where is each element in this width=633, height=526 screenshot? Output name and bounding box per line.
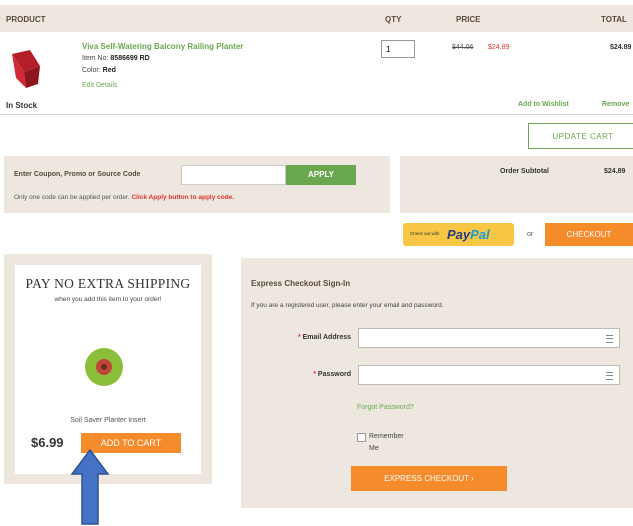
express-checkout-description: If you are a registered user, please ent… — [251, 302, 444, 309]
subtotal-value: $24.89 — [604, 168, 626, 175]
original-price: $44.06 — [452, 44, 474, 51]
coupon-code-input[interactable] — [181, 165, 286, 185]
coupon-note: Only one code can be applied per order. … — [14, 194, 235, 201]
remember-me-checkbox[interactable] — [357, 433, 366, 442]
add-to-wishlist-link[interactable]: Add to Wishlist — [518, 101, 569, 108]
item-color: Color: Red — [82, 67, 116, 74]
autofill-icon — [606, 335, 613, 343]
password-field[interactable] — [358, 365, 620, 385]
promo-product-name: Soil Saver Planter Insert — [70, 417, 146, 424]
password-label: * Password — [313, 371, 351, 378]
subtotal-label: Order Subtotal — [500, 168, 550, 175]
coupon-label: Enter Coupon, Promo or Source Code — [14, 171, 141, 178]
planter-insert-hole — [101, 364, 107, 370]
order-summary-panel — [400, 156, 633, 213]
express-checkout-button[interactable]: EXPRESS CHECKOUT › — [351, 466, 507, 491]
apply-button[interactable]: APPLY — [286, 165, 356, 185]
header-total: TOTAL — [601, 15, 627, 24]
or-separator: or — [527, 231, 534, 238]
forgot-password-link[interactable]: Forgot Password? — [357, 404, 414, 411]
line-total: $24.89 — [610, 44, 632, 51]
promo-title: PAY NO EXTRA SHIPPING — [25, 276, 191, 291]
paypal-small-text: Check out with — [410, 231, 440, 236]
promo-subtitle: when you add this item to your order! — [54, 296, 162, 303]
remember-me-label: Remember Me — [369, 433, 404, 452]
stock-status: In Stock — [6, 101, 38, 110]
sale-price: $24.89 — [488, 44, 510, 51]
checkout-button[interactable]: CHECKOUT — [545, 223, 633, 246]
express-checkout-title: Express Checkout Sign-In — [251, 279, 351, 288]
cart-table-header: PRODUCT QTY PRICE TOTAL — [0, 5, 633, 32]
item-number: Item No: 8586699 RD — [82, 55, 150, 62]
divider — [0, 114, 633, 115]
email-label: * Email Address — [297, 334, 351, 341]
header-product: PRODUCT — [6, 15, 46, 24]
promo-price: $6.99 — [31, 435, 64, 450]
update-cart-button[interactable]: UPDATE CART — [528, 123, 633, 149]
product-name-link[interactable]: Viva Self-Watering Balcony Railing Plant… — [82, 42, 243, 51]
up-arrow-icon — [70, 448, 110, 525]
paypal-checkout-button[interactable]: Check out with PayPal — [403, 223, 514, 246]
quantity-input[interactable] — [381, 40, 415, 58]
paypal-logo: PayPal — [447, 227, 490, 242]
header-price: PRICE — [456, 15, 481, 24]
autofill-icon — [606, 372, 613, 380]
email-field[interactable] — [358, 328, 620, 348]
header-qty: QTY — [385, 15, 402, 24]
edit-details-link[interactable]: Edit Details — [82, 82, 117, 89]
planter-thumbnail[interactable] — [10, 48, 42, 88]
remove-link[interactable]: Remove — [602, 101, 629, 108]
